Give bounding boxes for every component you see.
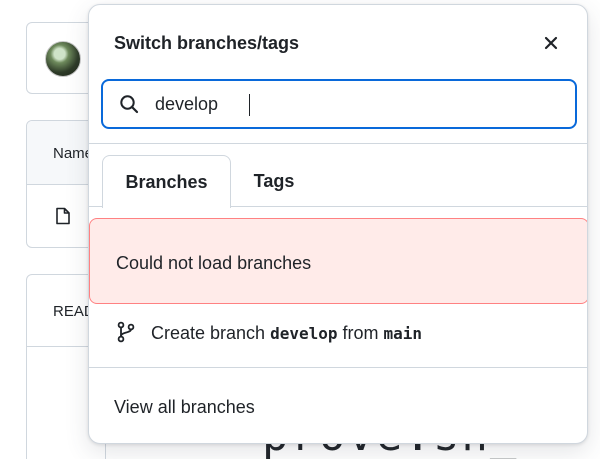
text-caret [249,94,250,116]
tab-bar: Branches Tags [89,155,587,208]
divider [89,143,587,144]
tab-tags[interactable]: Tags [235,155,313,207]
avatar[interactable] [45,41,81,77]
popover-header: Switch branches/tags [89,5,587,75]
search-icon [120,95,139,114]
x-icon [544,36,558,50]
create-branch-item[interactable]: Create branch develop from main [89,309,587,355]
source-branch-name: main [383,324,423,343]
divider [89,367,587,368]
file-icon [56,207,70,225]
error-message: Could not load branches [116,253,312,273]
search-input[interactable] [155,89,555,119]
create-middle: from [337,323,384,343]
branch-switcher-popover: Switch branches/tags Branches Tags Could… [88,4,588,444]
create-prefix: Create branch [151,323,271,343]
view-all-branches-link[interactable]: View all branches [114,397,255,418]
git-branch-icon [117,321,135,343]
create-branch-text: Create branch develop from main [151,323,422,344]
error-banner: Could not load branches [89,218,587,304]
search-field[interactable] [101,79,577,129]
new-branch-name: develop [270,324,338,343]
close-button[interactable] [535,27,567,59]
popover-title: Switch branches/tags [114,33,300,53]
tab-branches[interactable]: Branches [102,155,231,208]
